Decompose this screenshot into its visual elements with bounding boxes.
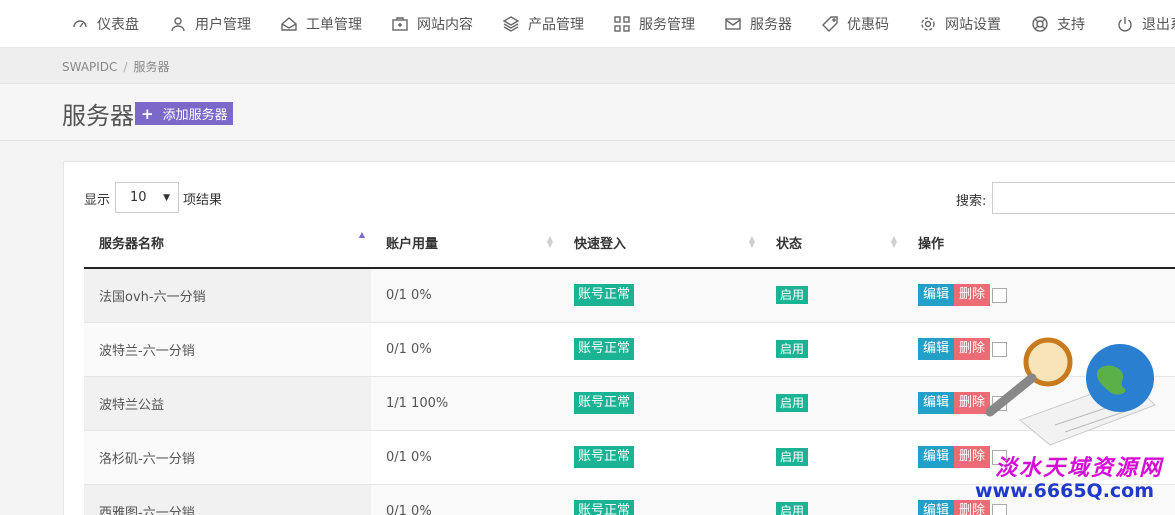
gear-icon	[921, 17, 935, 31]
server-name-cell: 法国ovh-六一分销	[84, 268, 371, 323]
user-icon	[171, 17, 185, 32]
server-name-cell: 西雅图-六一分销	[84, 484, 371, 515]
nav-coupons[interactable]: 优惠码	[822, 0, 889, 47]
column-header-name[interactable]: 服务器名称 ▲	[84, 218, 371, 269]
edit-button[interactable]: 编辑	[918, 446, 955, 468]
status-badge: 启用	[776, 502, 809, 515]
usage-cell: 0/1 0%	[371, 484, 559, 515]
table-header-row: 服务器名称▲ 账户用量▲▼ 快速登入▲▼ 状态▲▼ 操作▲▼	[84, 218, 1175, 269]
server-name-cell: 波特兰公益	[84, 376, 371, 431]
watermark-url: www.6665Q.com	[975, 480, 1155, 502]
breadcrumb: SWAPIDC / 服务器	[62, 58, 170, 75]
edit-button[interactable]: 编辑	[918, 392, 955, 414]
breadcrumb-current: 服务器	[133, 60, 170, 74]
power-icon	[1118, 17, 1132, 32]
delete-button[interactable]: 删除	[954, 284, 991, 307]
breadcrumb-bar: SWAPIDC / 服务器	[0, 48, 1175, 84]
column-header-status[interactable]: 状态 ▲ ▼	[761, 218, 903, 269]
ticket-icon	[281, 17, 297, 31]
add-server-button[interactable]: + 添加服务器	[135, 102, 233, 125]
sort-both-icon: ▲ ▼	[546, 234, 553, 249]
grid-icon	[614, 16, 630, 32]
edit-button[interactable]: 编辑	[918, 284, 955, 307]
plus-icon: +	[141, 104, 154, 123]
nav-settings[interactable]: 网站设置	[920, 0, 1001, 47]
search-input[interactable]	[992, 182, 1175, 214]
row-checkbox[interactable]	[992, 287, 1008, 303]
server-name-cell: 洛杉矶-六一分销	[84, 430, 371, 485]
server-name-cell: 波特兰-六一分销	[84, 322, 371, 377]
column-header-usage[interactable]: 账户用量 ▲ ▼	[371, 218, 559, 269]
status-badge: 启用	[776, 286, 809, 305]
title-bar: 服务器 + 添加服务器	[0, 84, 1175, 141]
caret-down-icon: ▼	[163, 193, 170, 203]
usage-cell: 0/1 0%	[371, 322, 559, 377]
nav-products[interactable]: 产品管理	[503, 0, 584, 47]
nav-support[interactable]: 支持	[1032, 0, 1085, 47]
status-badge: 启用	[776, 394, 809, 412]
quick-login-badge[interactable]: 账号正常	[574, 500, 635, 515]
nav-servers[interactable]: 服务器	[725, 0, 792, 47]
quick-login-badge[interactable]: 账号正常	[574, 284, 635, 307]
breadcrumb-separator: /	[123, 60, 128, 74]
sort-asc-icon: ▲	[358, 230, 365, 239]
usage-cell: 0/1 0%	[371, 430, 559, 485]
page-length-suffix: 项结果	[183, 193, 223, 208]
delete-button[interactable]: 删除	[954, 500, 991, 515]
watermark-globe-icon	[985, 337, 1156, 446]
quick-login-badge[interactable]: 账号正常	[574, 338, 635, 360]
usage-cell: 0/1 0%	[371, 268, 559, 323]
nav-services[interactable]: 服务管理	[614, 0, 695, 47]
column-header-quick-login[interactable]: 快速登入 ▲ ▼	[559, 218, 761, 269]
layers-icon	[503, 16, 519, 32]
content-icon	[392, 17, 408, 31]
nav-logout[interactable]: 退出系	[1117, 0, 1175, 47]
column-header-actions[interactable]: 操作▲▼	[903, 218, 1175, 269]
status-badge: 启用	[776, 340, 809, 358]
breadcrumb-root-link[interactable]: SWAPIDC	[62, 60, 117, 74]
nav-content[interactable]: 网站内容	[392, 0, 473, 47]
nav-tickets[interactable]: 工单管理	[281, 0, 362, 47]
dashboard-icon	[73, 20, 87, 28]
page-length-select[interactable]: 10 ▼	[115, 182, 179, 213]
watermark-title: 淡水天域资源网	[995, 455, 1164, 481]
top-navbar: 仪表盘 用户管理 工单管理 网站内容 产品管理 服务管理 服务器 优惠码 网站设…	[0, 0, 1175, 48]
edit-button[interactable]: 编辑	[918, 500, 955, 515]
quick-login-badge[interactable]: 账号正常	[574, 392, 635, 414]
sort-both-icon: ▲ ▼	[890, 234, 897, 249]
page-length-label: 显示	[84, 193, 111, 208]
add-server-label: 添加服务器	[162, 108, 228, 123]
lifebuoy-icon	[1032, 16, 1048, 32]
mail-icon	[725, 18, 741, 30]
row-checkbox[interactable]	[992, 503, 1008, 515]
edit-button[interactable]: 编辑	[918, 338, 955, 360]
page-length-value: 10	[130, 190, 147, 205]
table-row: 法国ovh-六一分销 0/1 0% 账号正常 启用 编辑 删除	[84, 268, 1175, 323]
quick-login-badge[interactable]: 账号正常	[574, 446, 635, 468]
nav-users[interactable]: 用户管理	[170, 0, 251, 47]
page-title: 服务器	[62, 102, 134, 130]
status-badge: 启用	[776, 448, 809, 466]
usage-cell: 1/1 100%	[371, 376, 559, 431]
sort-both-icon: ▲ ▼	[748, 234, 755, 249]
nav-dashboard[interactable]: 仪表盘	[72, 0, 139, 47]
tag-icon	[822, 16, 838, 32]
search-label: 搜索:	[956, 194, 987, 209]
